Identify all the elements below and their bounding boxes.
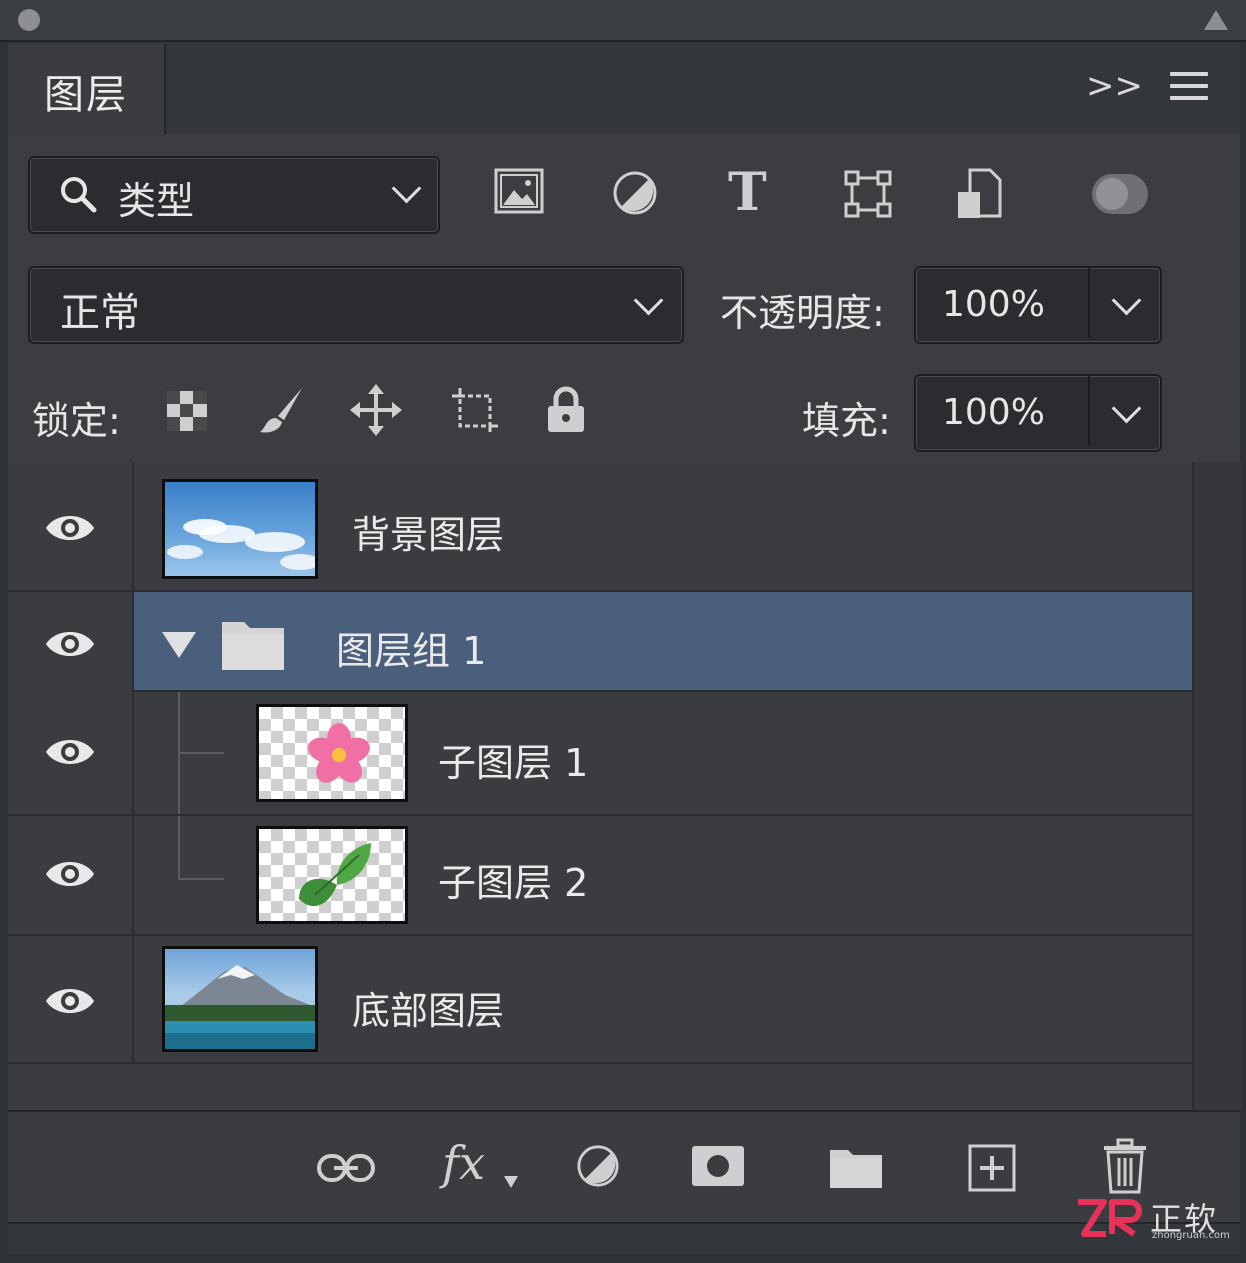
panel-menu-icon[interactable] [1170,72,1208,100]
layer-row[interactable] [8,692,1192,816]
layer-name[interactable]: 背景图层 [352,504,504,559]
opacity-label: 不透明度: [720,291,885,335]
layer-name[interactable]: 子图层 2 [438,852,588,907]
trash-icon[interactable] [1102,1138,1148,1194]
tab-strip [8,42,1240,136]
eye-icon[interactable] [44,859,96,889]
brush-icon[interactable] [256,384,306,436]
search-icon [61,177,97,213]
layer-name[interactable]: 底部图层 [352,980,504,1035]
expand-panel-icon[interactable]: >> [1086,66,1143,106]
lock-label: 锁定: [32,399,121,443]
filter-toggle-knob [1096,178,1128,210]
panel-footer [8,1222,1240,1254]
layer-thumbnail [162,479,318,579]
move-icon[interactable] [350,384,402,436]
lock-icon[interactable] [544,386,588,434]
blend-mode-value: 正常 [60,290,140,336]
layer-thumbnail [256,704,408,802]
layer-row-selected[interactable] [134,592,1192,692]
fill-label: 填充: [802,399,891,443]
image-icon[interactable] [494,168,544,216]
window-close-dot[interactable] [18,9,40,31]
new-layer-icon[interactable] [968,1144,1016,1192]
type-icon[interactable]: T [728,162,767,223]
filter-kind-label: 类型 [118,179,195,223]
layer-thumbnail [162,946,318,1052]
panel-titlebar [0,0,1246,42]
layer-name[interactable]: 子图层 1 [438,732,588,787]
eye-icon[interactable] [44,513,96,543]
watermark-subtext: zhongruan.com [1152,1230,1230,1241]
layer-thumbnail [256,826,408,924]
shape-icon[interactable] [844,170,892,218]
dropdown-arrow-icon [504,1176,518,1188]
artboard-icon[interactable] [452,386,500,434]
fill-value: 100% [942,392,1045,433]
eye-icon[interactable] [44,986,96,1016]
lock-transparent-icon[interactable] [166,390,208,432]
divider [1088,268,1090,338]
expand-triangle-icon[interactable] [162,632,196,658]
zr-logo [1078,1199,1142,1237]
folder-icon [222,622,284,670]
link-icon[interactable] [316,1150,376,1186]
layers-bottom-toolbar [8,1110,1240,1224]
folder-icon[interactable] [828,1146,884,1190]
divider [1088,376,1090,446]
fx-icon[interactable]: fx [442,1136,485,1190]
adjustment-icon[interactable] [576,1144,620,1188]
eye-icon[interactable] [44,629,96,659]
group-name[interactable]: 图层组 1 [336,620,486,675]
mask-icon[interactable] [692,1146,744,1186]
eye-icon[interactable] [44,737,96,767]
tab-layers-label: 图层 [44,72,128,118]
opacity-value: 100% [942,284,1045,325]
scrollbar[interactable] [1192,462,1242,1110]
collapse-triangle-icon[interactable] [1204,10,1228,30]
smart-object-icon[interactable] [956,168,1002,220]
adjustment-icon[interactable] [612,170,658,216]
layer-row[interactable] [8,816,1192,936]
